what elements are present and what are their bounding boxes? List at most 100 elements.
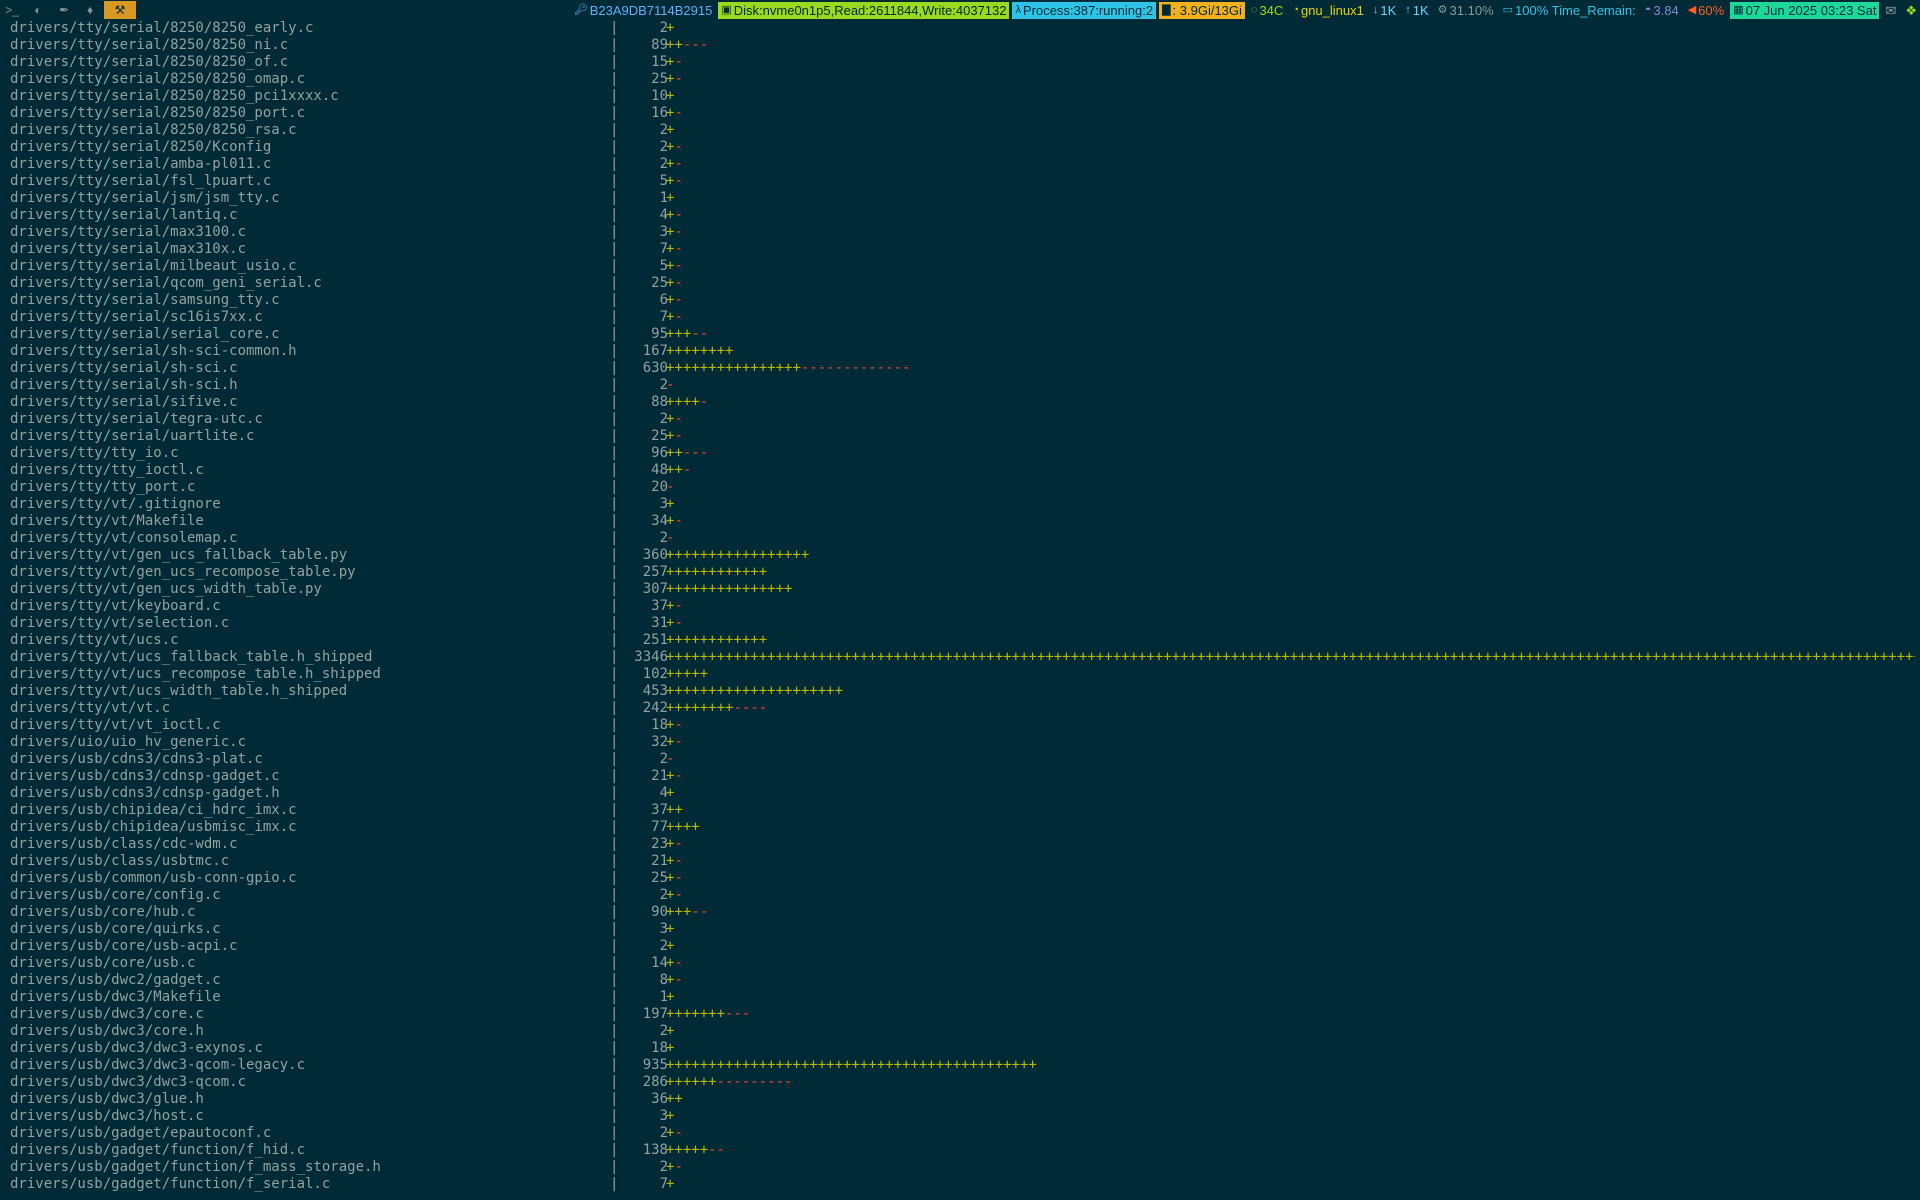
- diffstat-row: drivers/tty/serial/fsl_lpuart.c | 5 +-: [10, 173, 1915, 190]
- net-up-value: 1K: [1412, 2, 1429, 18]
- insertions-marks: ++++++++++++++++: [666, 360, 801, 376]
- volume-widget[interactable]: ◀ 60%: [1685, 2, 1728, 19]
- diffstat-row: drivers/tty/serial/amba-pl011.c | 2 +-: [10, 156, 1915, 173]
- change-count: 2: [659, 887, 668, 903]
- file-path: drivers/usb/chipidea/ci_hdrc_imx.c: [10, 802, 297, 818]
- diffstat-row: drivers/tty/vt/vt.c | 242 ++++++++----: [10, 700, 1915, 717]
- deletions-marks: -: [674, 224, 683, 240]
- diffstat-row: drivers/tty/vt/.gitignore | 3 +: [10, 496, 1915, 513]
- file-path: drivers/tty/serial/sh-sci.h: [10, 377, 238, 393]
- change-graph: ++++-: [666, 394, 708, 411]
- workspace-1[interactable]: >_: [0, 1, 24, 19]
- change-graph: +++++++++++++++: [666, 581, 792, 598]
- battery-icon: ▭: [1502, 3, 1514, 16]
- diffstat-row: drivers/tty/serial/milbeaut_usio.c | 5 +-: [10, 258, 1915, 275]
- file-path: drivers/usb/cdns3/cdnsp-gadget.h: [10, 785, 280, 801]
- diffstat-row: drivers/tty/tty_io.c | 96 ++---: [10, 445, 1915, 462]
- change-graph: ++: [666, 1091, 683, 1108]
- diffstat-row: drivers/usb/core/hub.c | 90 +++--: [10, 904, 1915, 921]
- file-path: drivers/usb/dwc3/host.c: [10, 1108, 204, 1124]
- insertions-marks: ++++: [666, 394, 700, 410]
- process-widget: λ Process:387:running:2: [1012, 1, 1157, 19]
- terminal-icon: >_: [5, 3, 19, 17]
- change-count: 90: [651, 904, 668, 920]
- change-graph: +-: [666, 1159, 683, 1176]
- change-graph: +: [666, 1176, 674, 1193]
- diffstat-row: drivers/usb/core/config.c | 2 +-: [10, 887, 1915, 904]
- key-icon: 🔑︎: [573, 3, 588, 16]
- tray-network[interactable]: ❖: [1902, 2, 1920, 19]
- diffstat-row: drivers/tty/vt/Makefile | 34 +-: [10, 513, 1915, 530]
- deletions-marks: -: [674, 1159, 683, 1175]
- workspace-2[interactable]: ◐: [26, 1, 50, 19]
- change-count: 3: [659, 224, 668, 240]
- tray-mail[interactable]: ✉: [1882, 2, 1899, 19]
- change-graph: +: [666, 1040, 674, 1057]
- file-path: drivers/tty/serial/8250/8250_omap.c: [10, 71, 306, 87]
- change-graph: ++++++++++++: [666, 632, 767, 649]
- deletions-marks: --: [691, 326, 709, 342]
- file-path: drivers/usb/chipidea/usbmisc_imx.c: [10, 819, 297, 835]
- file-path: drivers/usb/dwc3/dwc3-qcom-legacy.c: [10, 1057, 306, 1073]
- date-widget[interactable]: ▦ 07 Jun 2025 03:23 Sat: [1730, 1, 1880, 19]
- disk-widget: ▣ Disk:nvme0n1p5,Read:2611844,Write:4037…: [718, 1, 1010, 19]
- change-count: 18: [651, 1040, 668, 1056]
- workspace-3[interactable]: ✒: [52, 1, 76, 19]
- change-graph: +++--: [666, 326, 708, 343]
- insertions-marks: +: [666, 1176, 675, 1192]
- diffstat-row: drivers/tty/vt/gen_ucs_width_table.py | 30…: [10, 581, 1915, 598]
- change-graph: +-: [666, 615, 683, 632]
- file-path: drivers/usb/gadget/function/f_mass_stora…: [10, 1159, 381, 1175]
- battery-widget: ▭ 100% Time_Remain:: [1500, 2, 1639, 19]
- file-path: drivers/usb/dwc3/core.c: [10, 1006, 204, 1022]
- insertions-marks: ++++++++: [666, 343, 734, 359]
- change-graph: +-: [666, 955, 683, 972]
- deletions-marks: -: [674, 853, 683, 869]
- deletions-marks: -: [682, 462, 692, 478]
- file-path: drivers/usb/class/usbtmc.c: [10, 853, 230, 869]
- thermometer-icon: ◌: [1250, 3, 1258, 16]
- diffstat-row: drivers/usb/core/quirks.c | 3 +: [10, 921, 1915, 938]
- change-graph: +-: [666, 734, 683, 751]
- memory-widget: ▇ : 3.9Gi/13Gi: [1159, 1, 1245, 19]
- wifi-widget[interactable]: ◔ gnu_linux1: [1289, 2, 1367, 19]
- mail-icon: ✉: [1885, 2, 1897, 18]
- workspace-4[interactable]: ♦: [78, 1, 102, 19]
- diffstat-row: drivers/tty/serial/jsm/jsm_tty.c | 1 +: [10, 190, 1915, 207]
- deletions-marks: ---: [682, 445, 709, 461]
- change-count: 360: [642, 547, 668, 563]
- diffstat-row: drivers/tty/vt/ucs_width_table.h_shipped…: [10, 683, 1915, 700]
- diffstat-row: drivers/usb/dwc3/host.c | 3 +: [10, 1108, 1915, 1125]
- network-icon: ❖: [1905, 2, 1917, 18]
- terminal-output[interactable]: drivers/tty/serial/8250/8250_early.c | 2 + d…: [10, 20, 1915, 1200]
- penguin-icon: ♦: [86, 3, 94, 17]
- file-path: drivers/usb/dwc3/dwc3-exynos.c: [10, 1040, 263, 1056]
- workspace-5-active[interactable]: ⚒: [104, 1, 136, 19]
- insertions-marks: ++: [666, 802, 683, 818]
- file-path: drivers/tty/vt/.gitignore: [10, 496, 221, 512]
- file-path: drivers/tty/serial/8250/8250_of.c: [10, 54, 289, 70]
- deletions-marks: -: [674, 1125, 683, 1141]
- change-graph: +-: [666, 139, 683, 156]
- status-bar: >_ ◐ ✒ ♦ ⚒ 🔑︎ B23A9DB7114B2915 ▣ Disk:nv…: [0, 0, 1920, 20]
- change-graph: +++++++++++++++++++++: [666, 683, 843, 700]
- diffstat-row: drivers/usb/dwc3/core.h | 2 +: [10, 1023, 1915, 1040]
- change-count: 2: [659, 1125, 668, 1141]
- diffstat-row: drivers/tty/serial/uartlite.c | 25 +-: [10, 428, 1915, 445]
- diffstat-row: drivers/usb/cdns3/cdnsp-gadget.c | 21 +-: [10, 768, 1915, 785]
- file-path: drivers/tty/serial/8250/8250_early.c: [10, 20, 314, 36]
- diffstat-row: drivers/usb/dwc2/gadget.c | 8 +-: [10, 972, 1915, 989]
- file-path: drivers/tty/serial/amba-pl011.c: [10, 156, 272, 172]
- deletions-marks: -: [674, 887, 683, 903]
- deletions-marks: -: [674, 292, 683, 308]
- deletions-marks: -: [674, 105, 683, 121]
- change-count: 2: [659, 938, 668, 954]
- diffstat-row: drivers/tty/serial/8250/8250_early.c | 2 +: [10, 20, 1915, 37]
- deletions-marks: -: [674, 734, 683, 750]
- change-graph: ++++++++++++: [666, 564, 767, 581]
- insertions-marks: ++++: [666, 819, 700, 835]
- insertions-marks: +: [666, 921, 675, 937]
- diffstat-row: drivers/usb/chipidea/usbmisc_imx.c | 77 +++…: [10, 819, 1915, 836]
- change-count: 48: [651, 462, 668, 478]
- file-path: drivers/tty/vt/selection.c: [10, 615, 230, 631]
